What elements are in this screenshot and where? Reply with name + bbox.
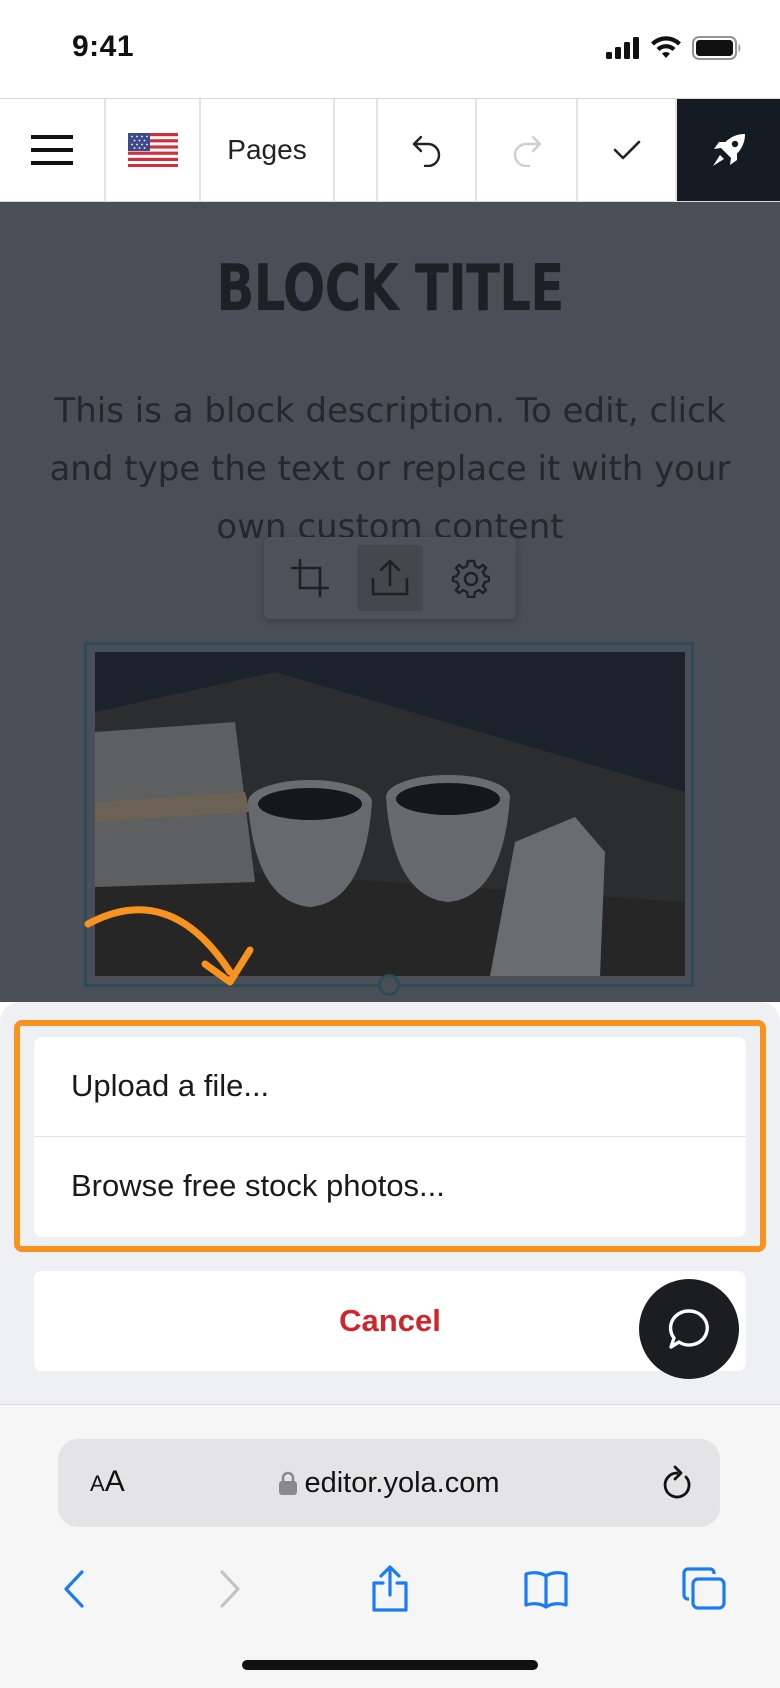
status-icons [606, 36, 742, 60]
block-description[interactable]: This is a block description. To edit, cl… [30, 382, 750, 556]
publish-button[interactable] [677, 99, 780, 201]
wifi-icon [651, 36, 681, 58]
us-flag-icon [127, 133, 178, 167]
image-toolbar [264, 537, 516, 619]
image-settings-button[interactable] [437, 545, 503, 611]
status-time: 9:41 [72, 30, 135, 63]
upload-button[interactable] [357, 545, 423, 611]
chat-icon [668, 1309, 709, 1349]
bookmarks-button[interactable] [516, 1559, 576, 1619]
chevron-right-icon [220, 1570, 240, 1608]
browser-nav-bar [0, 1555, 780, 1635]
block-title[interactable]: BLOCK TITLE [86, 252, 694, 326]
done-button[interactable] [578, 99, 677, 201]
language-button[interactable] [106, 99, 201, 201]
check-icon [613, 140, 640, 160]
reload-button[interactable] [660, 1465, 694, 1506]
toolbar-spacer [335, 99, 378, 201]
chevron-left-icon [64, 1570, 84, 1608]
battery-icon [692, 36, 741, 60]
tabs-icon [682, 1567, 726, 1610]
menu-button[interactable] [0, 99, 106, 201]
url-display: editor.yola.com [58, 1439, 720, 1527]
resize-handle[interactable] [378, 974, 400, 996]
gear-icon [451, 559, 490, 598]
back-button[interactable] [44, 1559, 104, 1619]
address-bar[interactable]: AA editor.yola.com [58, 1439, 720, 1527]
share-button[interactable] [360, 1559, 420, 1619]
arrow-annotation [84, 906, 254, 986]
share-icon [372, 1565, 408, 1612]
upload-icon [371, 559, 409, 596]
browser-chrome: AA editor.yola.com [0, 1404, 780, 1688]
crop-icon [291, 559, 329, 597]
crop-button[interactable] [277, 545, 343, 611]
rocket-icon [712, 134, 745, 166]
lock-icon [279, 1471, 298, 1495]
forward-button[interactable] [200, 1559, 260, 1619]
book-icon [524, 1571, 568, 1609]
reload-icon [663, 1465, 691, 1499]
tabs-button[interactable] [674, 1559, 734, 1619]
menu-icon [31, 135, 73, 165]
undo-icon [412, 135, 440, 167]
chat-button[interactable] [639, 1279, 739, 1379]
home-indicator [242, 1660, 538, 1670]
editor-canvas: BLOCK TITLE This is a block description.… [0, 202, 780, 1002]
editor-toolbar: Pages [0, 98, 780, 202]
undo-button[interactable] [378, 99, 477, 201]
url-text: editor.yola.com [304, 1466, 500, 1499]
status-bar: 9:41 [0, 0, 780, 98]
signal-icon [606, 37, 639, 59]
redo-button[interactable] [477, 99, 578, 201]
redo-icon [513, 135, 541, 167]
highlight-annotation [14, 1020, 766, 1252]
pages-button[interactable]: Pages [201, 99, 335, 201]
